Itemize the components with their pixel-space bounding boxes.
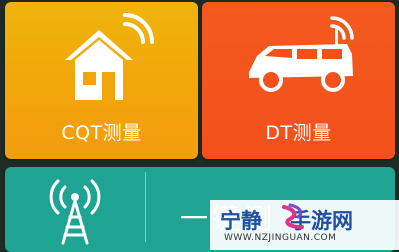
van-wifi-icon xyxy=(249,16,354,92)
watermark-swirl-icon xyxy=(282,203,304,229)
antenna-tower-icon xyxy=(49,179,101,245)
house-wifi-icon xyxy=(65,13,154,100)
dt-measure-tile[interactable]: DT测量 xyxy=(202,2,395,159)
site-watermark: 宁静 手游网 WWW.NZJINGUAN.COM xyxy=(210,200,399,250)
tile-divider xyxy=(145,172,146,242)
watermark-left-text: 宁静 xyxy=(220,209,262,233)
cqt-measure-label: CQT测量 xyxy=(61,122,142,144)
watermark-url: WWW.NZJINGUAN.COM xyxy=(224,233,337,243)
dt-measure-label: DT测量 xyxy=(265,122,332,144)
cqt-measure-tile[interactable]: CQT测量 xyxy=(5,2,198,159)
